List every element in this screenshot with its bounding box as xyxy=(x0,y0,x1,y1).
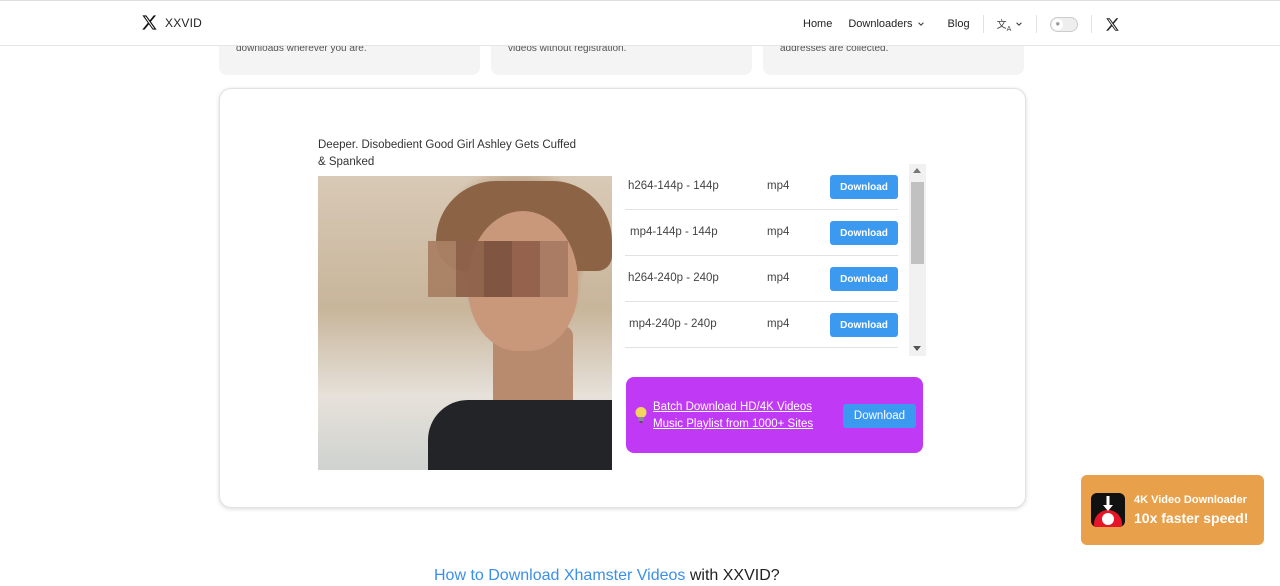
format-quality: h264-144p - 144p xyxy=(628,180,719,192)
brand-name: XXVID xyxy=(165,15,203,30)
promo-download-button[interactable]: Download xyxy=(843,404,916,428)
download-arrow-icon xyxy=(1103,496,1113,511)
nav-divider xyxy=(1036,15,1038,33)
format-type: mp4 xyxy=(767,272,790,284)
play-icon xyxy=(1102,513,1114,525)
download-button[interactable]: Download xyxy=(830,175,898,199)
how-to-heading-accent: How to Download Xhamster Videos xyxy=(434,567,686,584)
promo-line-1: Batch Download HD/4K Videos xyxy=(653,401,812,413)
language-selector[interactable]: 文A xyxy=(997,16,1024,33)
nav-home[interactable]: Home xyxy=(803,18,832,30)
nav-downloaders[interactable]: Downloaders xyxy=(848,18,924,30)
format-type: mp4 xyxy=(767,318,790,330)
format-quality: mp4-144p - 144p xyxy=(630,226,718,238)
sun-icon: ✹ xyxy=(1052,18,1064,30)
batch-download-link[interactable]: Batch Download HD/4K Videos Music Playli… xyxy=(653,399,813,433)
scroll-down-arrow-icon[interactable] xyxy=(913,346,921,351)
4k-downloader-app-icon xyxy=(1091,493,1125,527)
video-thumbnail xyxy=(318,176,612,470)
nav-downloaders-label: Downloaders xyxy=(848,18,913,30)
format-row: mp4-144p - 144p mp4 Download xyxy=(625,210,898,256)
format-list-scrollbar[interactable] xyxy=(909,164,926,356)
scrollbar-thumb[interactable] xyxy=(911,182,924,264)
how-to-heading-rest: with XXVID? xyxy=(685,567,780,584)
promo-line-2: Music Playlist from 1000+ Sites xyxy=(653,418,814,430)
format-quality: h264-240p - 240p xyxy=(628,272,719,284)
nav-blog[interactable]: Blog xyxy=(948,18,970,30)
main-nav: Home Downloaders Blog 文A ✹ xyxy=(803,1,1120,47)
batch-download-promo: Batch Download HD/4K Videos Music Playli… xyxy=(626,377,923,453)
video-title: Deeper. Disobedient Good Girl Ashley Get… xyxy=(318,139,577,168)
download-button[interactable]: Download xyxy=(830,267,898,291)
format-list: h264-144p - 144p mp4 Download mp4-144p -… xyxy=(625,164,927,356)
site-header: XXVID Home Downloaders Blog 文A ✹ xyxy=(0,0,1280,46)
format-type: mp4 xyxy=(767,180,790,192)
how-to-heading: How to Download Xhamster Videos with XXV… xyxy=(434,567,780,585)
format-row: mp4-240p - 240p mp4 Download xyxy=(625,302,898,348)
nav-divider xyxy=(982,15,984,33)
thumbnail-detail xyxy=(428,400,612,470)
brand-logo[interactable]: XXVID xyxy=(141,14,202,31)
x-logo-icon xyxy=(142,15,157,30)
nav-divider xyxy=(1091,15,1093,33)
ad-subtitle: 10x faster speed! xyxy=(1134,510,1249,526)
download-button[interactable]: Download xyxy=(830,221,898,245)
chevron-down-icon xyxy=(917,22,924,26)
pixelated-censor xyxy=(428,241,568,297)
scroll-up-arrow-icon[interactable] xyxy=(913,168,921,173)
lightbulb-icon xyxy=(635,407,647,423)
x-twitter-icon[interactable] xyxy=(1105,17,1120,32)
translate-icon: 文A xyxy=(996,19,1012,33)
format-quality: mp4-240p - 240p xyxy=(629,318,717,330)
format-row: h264-240p - 240p mp4 Download xyxy=(625,256,898,302)
format-row: h264-144p - 144p mp4 Download xyxy=(625,164,898,210)
theme-toggle[interactable]: ✹ xyxy=(1050,16,1079,32)
ad-title: 4K Video Downloader xyxy=(1134,494,1247,506)
download-button[interactable]: Download xyxy=(830,313,898,337)
format-type: mp4 xyxy=(767,226,790,238)
4k-downloader-ad[interactable]: 4K Video Downloader 10x faster speed! xyxy=(1081,475,1264,545)
chevron-down-icon xyxy=(1016,22,1023,26)
